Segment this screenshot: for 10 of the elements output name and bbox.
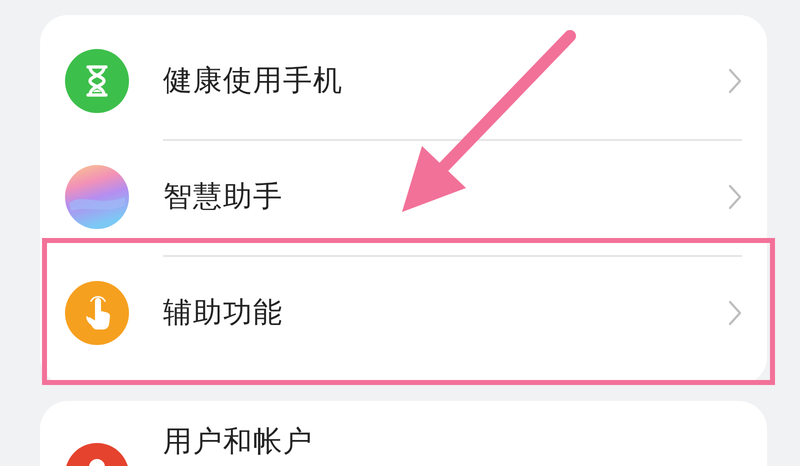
hourglass-icon	[65, 49, 129, 113]
setting-label[interactable]: 用户和帐户	[163, 425, 742, 458]
setting-label[interactable]: 健康使用手机	[163, 61, 728, 101]
hand-pointer-icon	[65, 281, 129, 345]
setting-label[interactable]: 辅助功能	[163, 293, 728, 333]
chevron-right-icon	[728, 184, 742, 210]
setting-label[interactable]: 智慧助手	[163, 177, 728, 217]
chevron-right-icon	[728, 300, 742, 326]
chevron-right-icon	[728, 68, 742, 94]
assistant-orb-icon	[65, 165, 129, 229]
